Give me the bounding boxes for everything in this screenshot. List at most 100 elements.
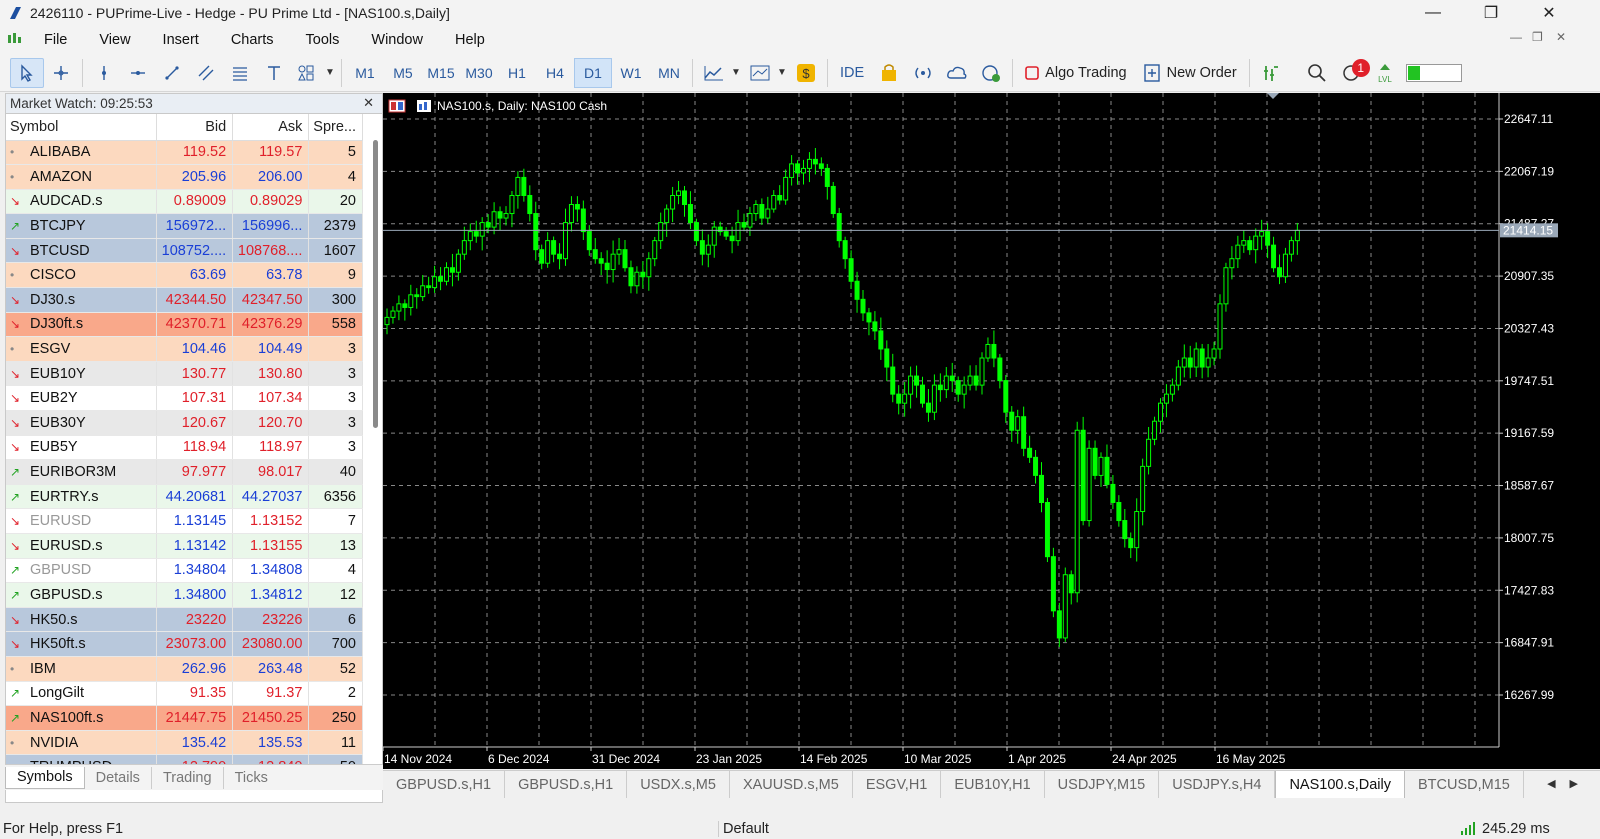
dollar-icon[interactable]: $ — [789, 58, 823, 88]
market-watch-row[interactable]: ↘ HK50.s 23220 23226 6 — [6, 607, 363, 633]
chart-menu-icon[interactable] — [6, 31, 28, 50]
market-watch-row[interactable]: • NVIDIA 135.42 135.53 11 — [6, 730, 363, 756]
tab-trading[interactable]: Trading — [152, 766, 224, 789]
market-watch-row[interactable]: • IBM 262.96 263.48 52 — [6, 656, 363, 682]
market-watch-row[interactable]: ↗ GBPUSD.s 1.34800 1.34812 12 — [6, 582, 363, 608]
cursor-icon[interactable] — [10, 57, 44, 88]
shapes-icon[interactable] — [291, 58, 325, 88]
tab-symbols[interactable]: Symbols — [5, 766, 85, 789]
chart-tab[interactable]: EUB10Y,H1 — [941, 771, 1045, 798]
horizontal-line-icon[interactable] — [121, 58, 155, 88]
market-watch-row[interactable]: ↘ AUDCAD.s 0.89009 0.89029 20 — [6, 189, 363, 215]
market-watch-row[interactable]: ↘ EURUSD.s 1.13142 1.13155 13 — [6, 533, 363, 559]
col-spread[interactable]: Spre... — [308, 114, 363, 141]
close-icon[interactable]: ✕ — [1520, 0, 1578, 26]
tf-d1[interactable]: D1 — [574, 57, 612, 88]
price-chart[interactable]: 22647.1122067.1921487.2720907.3520327.43… — [382, 93, 1600, 769]
market-watch-row[interactable]: ↗ EURTRY.s 44.20681 44.27037 6356 — [6, 484, 363, 510]
text-tool-icon[interactable] — [257, 58, 291, 88]
scrollbar-thumb[interactable] — [373, 140, 378, 428]
vps-icon[interactable] — [974, 58, 1008, 88]
new-order-button[interactable]: New Order — [1135, 63, 1245, 82]
chart-tab[interactable]: NAS100.s,Daily — [1275, 771, 1405, 798]
ide-button[interactable]: IDE — [832, 65, 872, 81]
tf-m15[interactable]: M15 — [422, 58, 460, 88]
chart-tab[interactable]: GBPUSD.s,H1 — [505, 771, 628, 798]
chart-tab[interactable]: USDJPY,M15 — [1045, 771, 1160, 798]
menu-help[interactable]: Help — [439, 32, 501, 48]
col-bid[interactable]: Bid — [156, 114, 234, 141]
menu-tools[interactable]: Tools — [290, 32, 356, 48]
market-watch-row[interactable]: ↘ EUB30Y 120.67 120.70 3 — [6, 410, 363, 436]
market-watch-row[interactable]: ↘ EUB5Y 118.94 118.97 3 — [6, 435, 363, 461]
tf-mn[interactable]: MN — [650, 58, 688, 88]
child-restore-icon[interactable]: ❐ — [1532, 30, 1543, 44]
tf-h4[interactable]: H4 — [536, 58, 574, 88]
menu-charts[interactable]: Charts — [215, 32, 290, 48]
indicators-dropdown-icon[interactable]: ▼ — [777, 67, 789, 78]
market-watch-row[interactable]: • CISCO 63.69 63.78 9 — [6, 262, 363, 289]
crosshair-icon[interactable] — [44, 58, 78, 88]
status-connection[interactable]: 245.29 ms — [1460, 821, 1550, 837]
child-close-icon[interactable]: ✕ — [1556, 30, 1566, 44]
market-watch-row[interactable]: ↘ BTCUSD 108752.... 108768.... 1607 — [6, 238, 363, 264]
market-watch-scrollbar[interactable] — [371, 138, 380, 798]
search-icon[interactable] — [1300, 58, 1334, 88]
market-watch-row[interactable]: ↘ EURUSD 1.13145 1.13152 7 — [6, 508, 363, 534]
chart-tab[interactable]: GBPUSD.s,H1 — [383, 771, 506, 798]
chart-window[interactable]: 22647.1122067.1921487.2720907.3520327.43… — [382, 93, 1600, 769]
chart-tab[interactable]: XAUUSD.s,M5 — [730, 771, 853, 798]
market-watch-row[interactable]: • AMAZON 205.96 206.00 4 — [6, 164, 363, 190]
tf-w1[interactable]: W1 — [612, 58, 650, 88]
market-watch-row[interactable]: ↘ EUB10Y 130.77 130.80 3 — [6, 361, 363, 387]
channel-icon[interactable] — [189, 58, 223, 88]
tf-m5[interactable]: M5 — [384, 58, 422, 88]
chart-tab[interactable]: USDJPY.s,H4 — [1159, 771, 1276, 798]
col-symbol[interactable]: Symbol — [6, 114, 157, 141]
tf-h1[interactable]: H1 — [498, 58, 536, 88]
market-watch-row[interactable]: ↘ EUB2Y 107.31 107.34 3 — [6, 385, 363, 412]
market-watch-close-icon[interactable]: ✕ — [363, 95, 374, 111]
depth-of-market-icon[interactable] — [1254, 58, 1288, 88]
market-watch-row[interactable]: ↘ DJ30ft.s 42370.71 42376.29 558 — [6, 312, 363, 338]
market-watch-row[interactable]: ↗ BTCJPY 156972... 156996... 2379 — [6, 213, 363, 239]
market-watch-row[interactable]: ↘ DJ30.s 42344.50 42347.50 300 — [6, 287, 363, 313]
market-watch-row[interactable]: ↗ LongGilt 91.35 91.37 2 — [6, 681, 363, 707]
trendline-icon[interactable] — [155, 58, 189, 88]
signals-icon[interactable] — [906, 58, 940, 88]
market-bag-icon[interactable] — [872, 58, 906, 88]
chart-tab[interactable]: USDX.s,M5 — [627, 771, 730, 798]
market-watch-row[interactable]: • ESGV 104.46 104.49 3 — [6, 336, 363, 362]
menu-window[interactable]: Window — [355, 32, 439, 48]
market-watch-row[interactable]: ↗ NAS100ft.s 21447.75 21450.25 250 — [6, 705, 363, 731]
vertical-line-icon[interactable] — [87, 58, 121, 88]
menu-file[interactable]: File — [28, 32, 83, 48]
market-watch-row[interactable]: ↗ GBPUSD 1.34804 1.34808 4 — [6, 558, 363, 584]
shapes-dropdown-icon[interactable]: ▼ — [325, 67, 337, 78]
tab-scroll-arrows-icon[interactable]: ◀▶ — [1547, 777, 1592, 790]
notifications-icon[interactable]: 1 — [1334, 58, 1370, 88]
tf-m1[interactable]: M1 — [346, 58, 384, 88]
minimize-icon[interactable]: — — [1404, 0, 1462, 26]
algo-trading-button[interactable]: Algo Trading — [1017, 65, 1134, 81]
market-watch-row[interactable]: • ALIBABA 119.52 119.57 5 — [6, 140, 363, 166]
menu-insert[interactable]: Insert — [147, 32, 215, 48]
fibonacci-icon[interactable] — [223, 58, 257, 88]
chart-type-icon[interactable] — [697, 58, 731, 88]
market-watch-row[interactable]: ↘ HK50ft.s 23073.00 23080.00 700 — [6, 631, 363, 657]
child-minimize-icon[interactable]: — — [1510, 30, 1522, 44]
chart-type-dropdown-icon[interactable]: ▼ — [731, 67, 743, 78]
col-ask[interactable]: Ask — [232, 114, 310, 141]
maximize-icon[interactable]: ❐ — [1462, 0, 1520, 26]
level-icon[interactable]: LVL — [1368, 58, 1402, 88]
status-profile[interactable]: Default — [718, 821, 769, 837]
tab-details[interactable]: Details — [85, 766, 152, 789]
cloud-icon[interactable] — [940, 58, 974, 88]
indicators-icon[interactable] — [743, 58, 777, 88]
tab-ticks[interactable]: Ticks — [224, 767, 279, 789]
chart-tab[interactable]: BTCUSD,M15 — [1405, 771, 1524, 798]
market-watch-row[interactable]: ↗ EURIBOR3M 97.977 98.017 40 — [6, 459, 363, 485]
tf-m30[interactable]: M30 — [460, 58, 498, 88]
chart-tab[interactable]: ESGV,H1 — [853, 771, 942, 798]
menu-view[interactable]: View — [83, 32, 146, 48]
